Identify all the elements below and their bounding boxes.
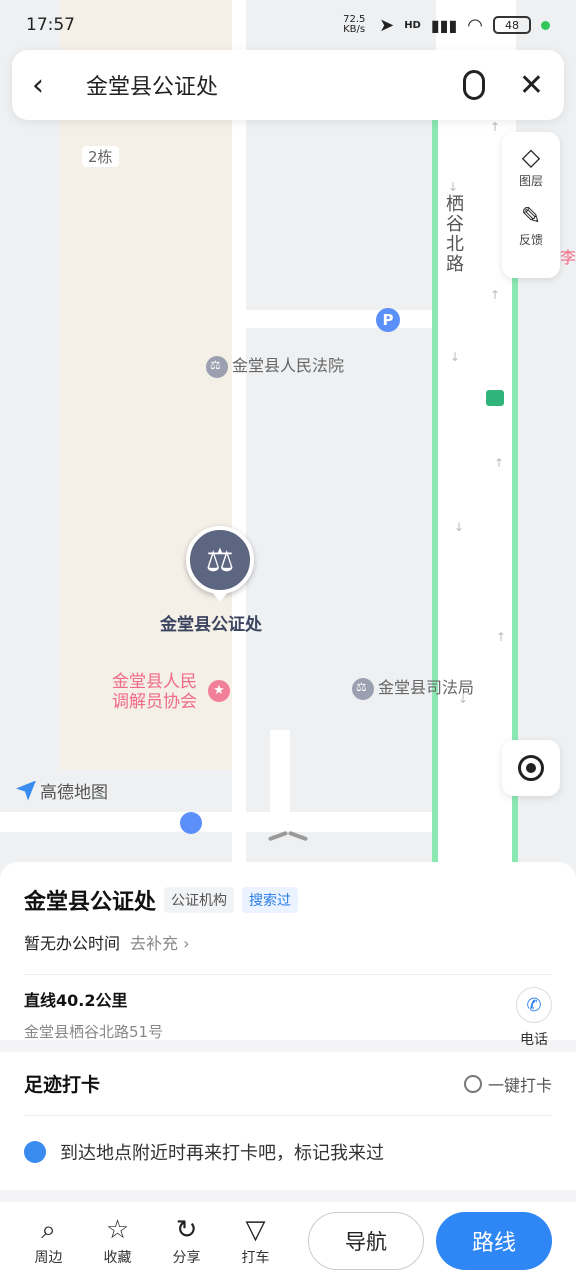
battery-icon: 48 bbox=[493, 16, 531, 34]
poi-justice[interactable]: 金堂县司法局 bbox=[352, 674, 474, 700]
map-view[interactable]: 2栋 栖谷北路 李 P 金堂县人民法院 ⚖ 金堂县公证处 金堂县人民调解员协会 … bbox=[0, 0, 576, 870]
category-tag: 公证机构 bbox=[164, 887, 235, 913]
route-button[interactable]: 路线 bbox=[436, 1212, 552, 1270]
wifi-icon: ◠ bbox=[467, 14, 483, 36]
status-time: 17:57 bbox=[26, 15, 75, 35]
map-road bbox=[270, 730, 290, 820]
favorite-button[interactable]: ☆ 收藏 bbox=[83, 1215, 152, 1267]
place-info-card: 金堂县公证处 公证机构 搜索过 暂无办公时间 去补充 › 直线40.2公里 金堂… bbox=[0, 862, 576, 1048]
gaode-logo-icon bbox=[16, 780, 36, 801]
distance-text: 直线40.2公里 bbox=[24, 991, 128, 1010]
scale-icon: ⚖ bbox=[186, 526, 254, 594]
map-road-edge bbox=[432, 120, 438, 870]
net-speed: 72.5 KB/s bbox=[343, 14, 366, 35]
location-icon: ➤ bbox=[379, 14, 395, 36]
footprint-card: 足迹打卡 一键打卡 到达地点附近时再来打卡吧，标记我来过 bbox=[0, 1052, 576, 1190]
map-road bbox=[232, 0, 246, 870]
hours-text: 暂无办公时间 bbox=[24, 934, 121, 953]
network-type: HD bbox=[404, 19, 421, 31]
taxi-button[interactable]: ▽ 打车 bbox=[221, 1215, 290, 1267]
mic-icon[interactable] bbox=[462, 70, 485, 100]
phone-icon: ✆ bbox=[516, 987, 552, 1023]
locate-icon bbox=[518, 755, 544, 781]
signal-icon: ▮▮▮ bbox=[430, 15, 458, 35]
footprint-title: 足迹打卡 bbox=[24, 1074, 101, 1096]
nearby-button[interactable]: ⌕ 周边 bbox=[14, 1215, 83, 1267]
search-bar: ‹ 金堂县公证处 ✕ bbox=[12, 50, 564, 120]
edge-label: 李 bbox=[560, 248, 576, 267]
search-icon: ⌕ bbox=[41, 1215, 56, 1245]
navigate-button[interactable]: 导航 bbox=[308, 1212, 424, 1270]
road-label: 栖谷北路 bbox=[443, 194, 464, 274]
star-icon: ☆ bbox=[105, 1215, 130, 1245]
searched-tag: 搜索过 bbox=[242, 887, 299, 913]
parking-icon[interactable]: P bbox=[376, 308, 400, 332]
map-road bbox=[246, 310, 436, 328]
poi-court-label: 金堂县人民法院 bbox=[232, 356, 345, 375]
share-icon: ↻ bbox=[175, 1215, 198, 1245]
layers-button[interactable]: ◇ 图层 bbox=[519, 142, 543, 189]
scale-icon bbox=[352, 677, 374, 700]
scale-icon bbox=[206, 355, 228, 378]
phone-button[interactable]: ✆ 电话 bbox=[516, 987, 552, 1049]
building-label: 2栋 bbox=[82, 146, 119, 167]
feedback-button[interactable]: ✎ 反馈 bbox=[519, 201, 543, 248]
chevron-right-icon: › bbox=[183, 934, 190, 953]
pencil-icon: ✎ bbox=[520, 202, 542, 230]
bus-stop-icon[interactable] bbox=[486, 390, 504, 406]
poi-mediation[interactable]: 金堂县人民调解员协会 bbox=[112, 672, 204, 712]
location-pin[interactable]: ⚖ bbox=[186, 526, 254, 604]
map-tools: ◇ 图层 ✎ 反馈 bbox=[502, 132, 560, 278]
privacy-dot-icon bbox=[541, 20, 550, 30]
place-sheet: 金堂县公证处 公证机构 搜索过 暂无办公时间 去补充 › 直线40.2公里 金堂… bbox=[0, 862, 576, 1280]
gaode-brand: 高德地图 bbox=[16, 778, 108, 803]
sheet-handle[interactable] bbox=[266, 826, 310, 842]
locate-button[interactable] bbox=[502, 740, 560, 796]
place-name: 金堂县公证处 bbox=[24, 890, 157, 915]
pin-label: 金堂县公证处 bbox=[160, 615, 262, 635]
checkin-button[interactable]: 一键打卡 bbox=[463, 1072, 552, 1096]
map-road bbox=[0, 812, 450, 832]
footprint-hint: 到达地点附近时再来打卡吧，标记我来过 bbox=[60, 1143, 384, 1164]
bottom-action-bar: ⌕ 周边 ☆ 收藏 ↻ 分享 ▽ 打车 导航 路线 bbox=[0, 1202, 576, 1280]
address-text: 金堂县栖谷北路51号 bbox=[24, 1023, 164, 1041]
map-main-road bbox=[436, 0, 516, 870]
search-query[interactable]: 金堂县公证处 bbox=[86, 69, 463, 101]
taxi-icon: ▽ bbox=[245, 1215, 266, 1245]
share-button[interactable]: ↻ 分享 bbox=[152, 1215, 221, 1267]
transit-icon[interactable] bbox=[180, 812, 202, 834]
footprint-icon bbox=[24, 1141, 46, 1163]
back-icon[interactable]: ‹ bbox=[32, 68, 72, 103]
fill-hours-link[interactable]: 去补充 › bbox=[130, 930, 190, 954]
status-bar: 17:57 72.5 KB/s ➤ HD ▮▮▮ ◠ 48 bbox=[0, 0, 576, 50]
checkin-icon bbox=[463, 1074, 482, 1093]
close-icon[interactable]: ✕ bbox=[519, 68, 544, 103]
layers-icon: ◇ bbox=[521, 143, 541, 171]
poi-court[interactable]: 金堂县人民法院 bbox=[206, 352, 344, 378]
star-icon: ★ bbox=[208, 680, 230, 702]
